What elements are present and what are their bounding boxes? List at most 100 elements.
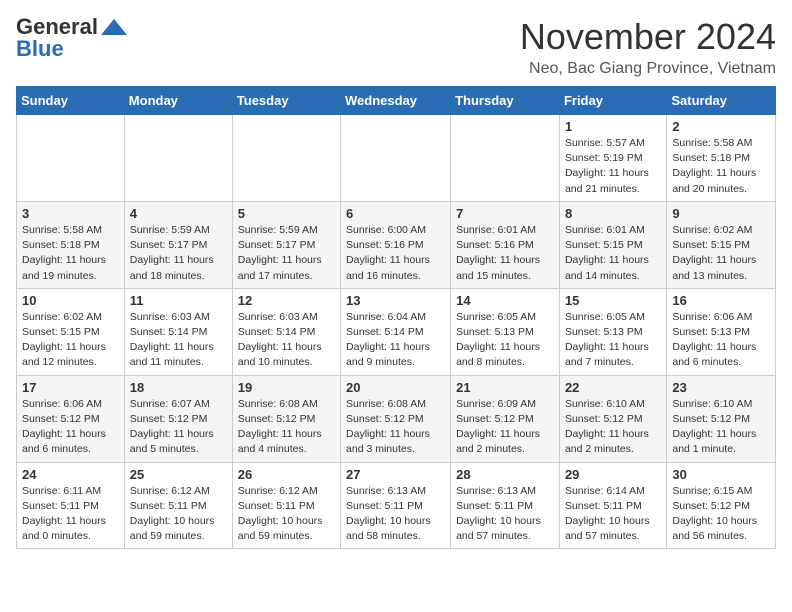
day-number: 3 (22, 206, 119, 221)
calendar-cell (341, 115, 451, 202)
calendar-cell: 21 Sunrise: 6:09 AM Sunset: 5:12 PM Dayli… (451, 375, 560, 462)
weekday-header-row: SundayMondayTuesdayWednesdayThursdayFrid… (17, 87, 776, 115)
day-info: Sunrise: 6:03 AM Sunset: 5:14 PM Dayligh… (130, 310, 227, 371)
day-number: 2 (672, 119, 770, 134)
day-info: Sunrise: 5:57 AM Sunset: 5:19 PM Dayligh… (565, 136, 661, 197)
day-info: Sunrise: 6:00 AM Sunset: 5:16 PM Dayligh… (346, 223, 445, 284)
day-info: Sunrise: 6:10 AM Sunset: 5:12 PM Dayligh… (565, 397, 661, 458)
calendar-cell: 1 Sunrise: 5:57 AM Sunset: 5:19 PM Daylig… (559, 115, 666, 202)
logo-icon (100, 18, 128, 36)
day-info: Sunrise: 6:01 AM Sunset: 5:16 PM Dayligh… (456, 223, 554, 284)
day-number: 28 (456, 467, 554, 482)
calendar-cell: 3 Sunrise: 5:58 AM Sunset: 5:18 PM Daylig… (17, 201, 125, 288)
day-info: Sunrise: 6:13 AM Sunset: 5:11 PM Dayligh… (456, 484, 554, 545)
calendar-cell: 11 Sunrise: 6:03 AM Sunset: 5:14 PM Dayli… (124, 288, 232, 375)
calendar-cell: 17 Sunrise: 6:06 AM Sunset: 5:12 PM Dayli… (17, 375, 125, 462)
day-info: Sunrise: 6:01 AM Sunset: 5:15 PM Dayligh… (565, 223, 661, 284)
logo: General Blue (16, 16, 128, 60)
calendar-cell: 6 Sunrise: 6:00 AM Sunset: 5:16 PM Daylig… (341, 201, 451, 288)
day-number: 19 (238, 380, 335, 395)
calendar-cell: 19 Sunrise: 6:08 AM Sunset: 5:12 PM Dayli… (232, 375, 340, 462)
day-info: Sunrise: 6:10 AM Sunset: 5:12 PM Dayligh… (672, 397, 770, 458)
location-subtitle: Neo, Bac Giang Province, Vietnam (520, 60, 776, 78)
day-number: 23 (672, 380, 770, 395)
calendar-week-1: 1 Sunrise: 5:57 AM Sunset: 5:19 PM Daylig… (17, 115, 776, 202)
calendar-cell: 23 Sunrise: 6:10 AM Sunset: 5:12 PM Dayli… (667, 375, 776, 462)
calendar-week-2: 3 Sunrise: 5:58 AM Sunset: 5:18 PM Daylig… (17, 201, 776, 288)
day-number: 29 (565, 467, 661, 482)
calendar-cell: 10 Sunrise: 6:02 AM Sunset: 5:15 PM Dayli… (17, 288, 125, 375)
weekday-header-thursday: Thursday (451, 87, 560, 115)
day-info: Sunrise: 6:12 AM Sunset: 5:11 PM Dayligh… (130, 484, 227, 545)
calendar-cell: 2 Sunrise: 5:58 AM Sunset: 5:18 PM Daylig… (667, 115, 776, 202)
day-info: Sunrise: 6:15 AM Sunset: 5:12 PM Dayligh… (672, 484, 770, 545)
calendar-week-5: 24 Sunrise: 6:11 AM Sunset: 5:11 PM Dayli… (17, 462, 776, 549)
day-info: Sunrise: 6:06 AM Sunset: 5:12 PM Dayligh… (22, 397, 119, 458)
day-info: Sunrise: 6:08 AM Sunset: 5:12 PM Dayligh… (238, 397, 335, 458)
day-info: Sunrise: 6:11 AM Sunset: 5:11 PM Dayligh… (22, 484, 119, 545)
calendar-week-3: 10 Sunrise: 6:02 AM Sunset: 5:15 PM Dayli… (17, 288, 776, 375)
day-number: 27 (346, 467, 445, 482)
day-info: Sunrise: 6:02 AM Sunset: 5:15 PM Dayligh… (22, 310, 119, 371)
day-number: 21 (456, 380, 554, 395)
day-number: 25 (130, 467, 227, 482)
weekday-header-monday: Monday (124, 87, 232, 115)
day-info: Sunrise: 6:12 AM Sunset: 5:11 PM Dayligh… (238, 484, 335, 545)
day-info: Sunrise: 6:08 AM Sunset: 5:12 PM Dayligh… (346, 397, 445, 458)
day-info: Sunrise: 5:58 AM Sunset: 5:18 PM Dayligh… (672, 136, 770, 197)
day-number: 17 (22, 380, 119, 395)
calendar-cell: 8 Sunrise: 6:01 AM Sunset: 5:15 PM Daylig… (559, 201, 666, 288)
day-number: 26 (238, 467, 335, 482)
day-number: 15 (565, 293, 661, 308)
calendar-cell: 27 Sunrise: 6:13 AM Sunset: 5:11 PM Dayli… (341, 462, 451, 549)
day-number: 18 (130, 380, 227, 395)
day-number: 5 (238, 206, 335, 221)
calendar-cell: 20 Sunrise: 6:08 AM Sunset: 5:12 PM Dayli… (341, 375, 451, 462)
day-number: 24 (22, 467, 119, 482)
day-number: 22 (565, 380, 661, 395)
day-number: 6 (346, 206, 445, 221)
calendar-cell: 16Sunrise: 6:06 AM Sunset: 5:13 PM Dayli… (667, 288, 776, 375)
day-info: Sunrise: 6:03 AM Sunset: 5:14 PM Dayligh… (238, 310, 335, 371)
weekday-header-friday: Friday (559, 87, 666, 115)
calendar-cell: 26 Sunrise: 6:12 AM Sunset: 5:11 PM Dayli… (232, 462, 340, 549)
calendar-cell: 24 Sunrise: 6:11 AM Sunset: 5:11 PM Dayli… (17, 462, 125, 549)
calendar-cell (451, 115, 560, 202)
calendar-cell: 25 Sunrise: 6:12 AM Sunset: 5:11 PM Dayli… (124, 462, 232, 549)
day-number: 11 (130, 293, 227, 308)
calendar-cell: 14Sunrise: 6:05 AM Sunset: 5:13 PM Dayli… (451, 288, 560, 375)
calendar-cell: 5Sunrise: 5:59 AM Sunset: 5:17 PM Daylig… (232, 201, 340, 288)
day-info: Sunrise: 6:07 AM Sunset: 5:12 PM Dayligh… (130, 397, 227, 458)
day-number: 20 (346, 380, 445, 395)
weekday-header-sunday: Sunday (17, 87, 125, 115)
day-number: 4 (130, 206, 227, 221)
day-info: Sunrise: 6:02 AM Sunset: 5:15 PM Dayligh… (672, 223, 770, 284)
month-year-title: November 2024 (520, 16, 776, 58)
day-number: 8 (565, 206, 661, 221)
day-info: Sunrise: 5:58 AM Sunset: 5:18 PM Dayligh… (22, 223, 119, 284)
weekday-header-tuesday: Tuesday (232, 87, 340, 115)
day-number: 12 (238, 293, 335, 308)
logo-general-text: General (16, 16, 98, 38)
day-info: Sunrise: 6:05 AM Sunset: 5:13 PM Dayligh… (565, 310, 661, 371)
calendar-cell: 4 Sunrise: 5:59 AM Sunset: 5:17 PM Daylig… (124, 201, 232, 288)
calendar-cell: 30 Sunrise: 6:15 AM Sunset: 5:12 PM Dayli… (667, 462, 776, 549)
day-info: Sunrise: 5:59 AM Sunset: 5:17 PM Dayligh… (130, 223, 227, 284)
day-info: Sunrise: 6:13 AM Sunset: 5:11 PM Dayligh… (346, 484, 445, 545)
day-info: Sunrise: 6:14 AM Sunset: 5:11 PM Dayligh… (565, 484, 661, 545)
calendar-cell: 13 Sunrise: 6:04 AM Sunset: 5:14 PM Dayli… (341, 288, 451, 375)
day-number: 10 (22, 293, 119, 308)
weekday-header-wednesday: Wednesday (341, 87, 451, 115)
day-number: 14 (456, 293, 554, 308)
day-info: Sunrise: 6:04 AM Sunset: 5:14 PM Dayligh… (346, 310, 445, 371)
day-number: 1 (565, 119, 661, 134)
calendar-cell: 15 Sunrise: 6:05 AM Sunset: 5:13 PM Dayli… (559, 288, 666, 375)
day-number: 13 (346, 293, 445, 308)
title-block: November 2024 Neo, Bac Giang Province, V… (520, 16, 776, 78)
day-info: Sunrise: 6:09 AM Sunset: 5:12 PM Dayligh… (456, 397, 554, 458)
calendar-week-4: 17 Sunrise: 6:06 AM Sunset: 5:12 PM Dayli… (17, 375, 776, 462)
calendar-table: SundayMondayTuesdayWednesdayThursdayFrid… (16, 86, 776, 549)
day-number: 30 (672, 467, 770, 482)
calendar-cell: 29 Sunrise: 6:14 AM Sunset: 5:11 PM Dayli… (559, 462, 666, 549)
day-number: 16 (672, 293, 770, 308)
